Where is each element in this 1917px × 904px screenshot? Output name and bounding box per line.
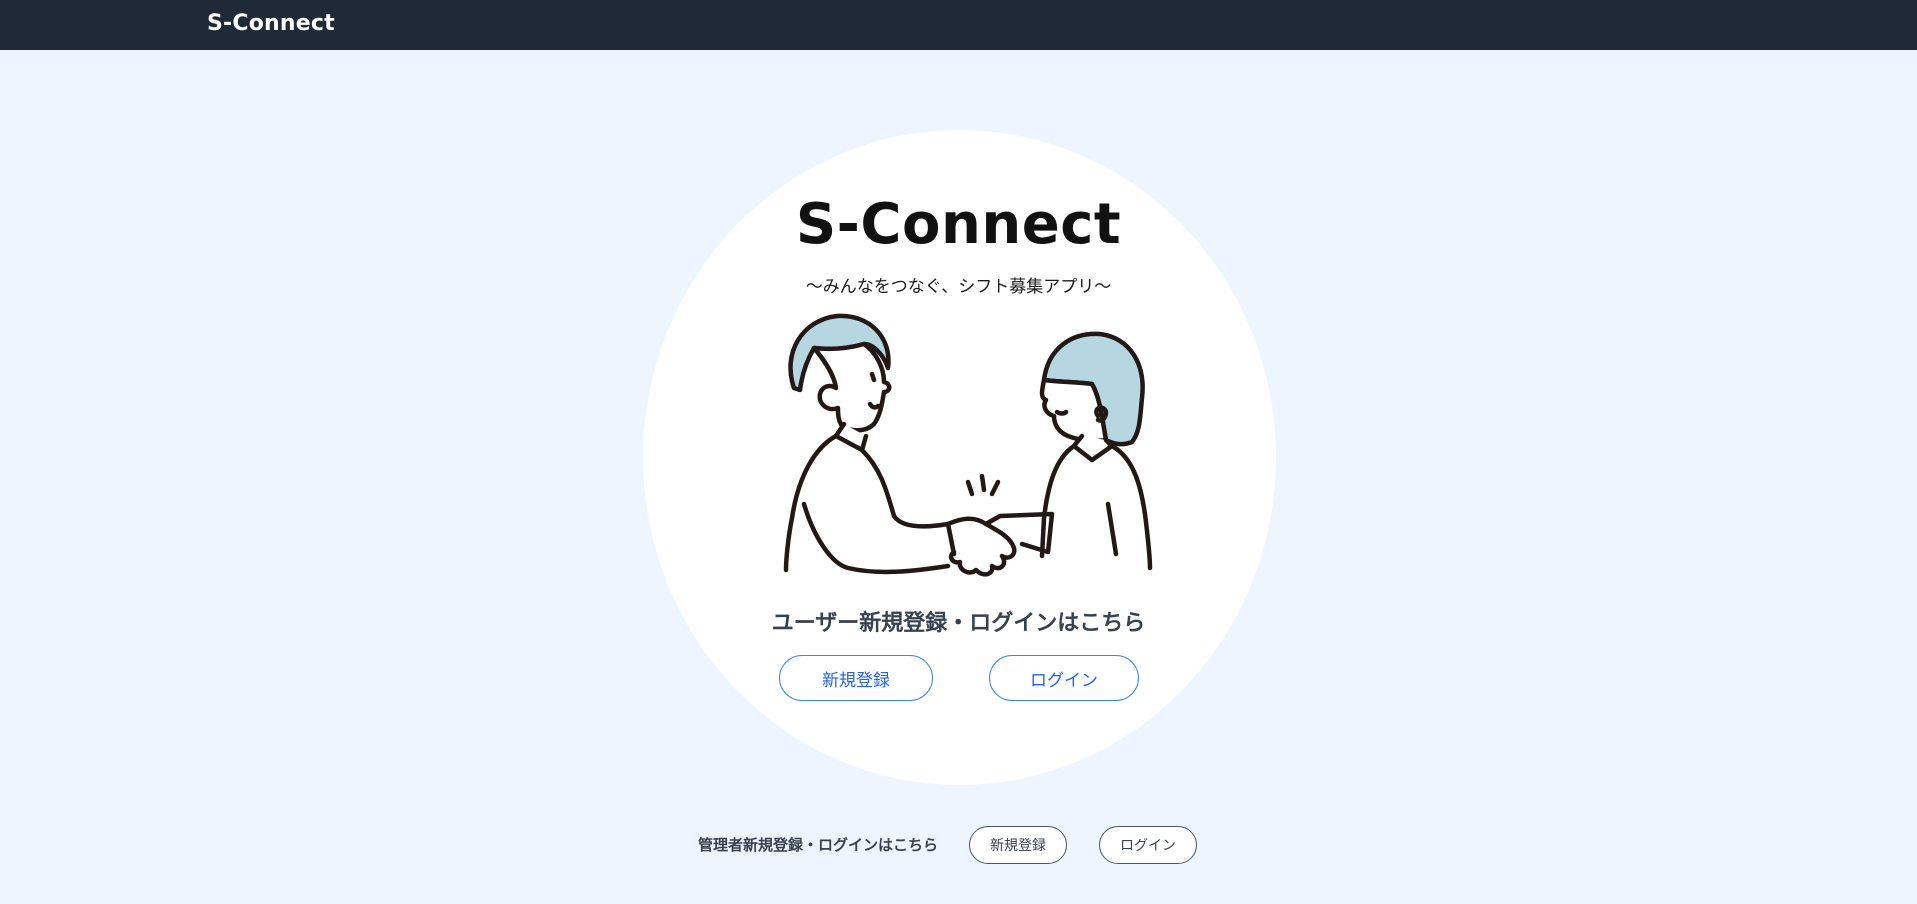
admin-login-button[interactable]: ログイン: [1099, 826, 1197, 864]
hero-subtitle: 〜みんなをつなぐ、シフト募集アプリ〜: [805, 277, 1112, 297]
hero-title: S-Connect: [795, 192, 1122, 257]
user-login-button[interactable]: ログイン: [989, 655, 1139, 701]
user-register-label: 新規登録: [822, 670, 890, 691]
top-navbar: S-Connect: [0, 0, 1917, 50]
admin-section-label: 管理者新規登録・ログインはこちら: [697, 836, 938, 854]
user-login-label: ログイン: [1030, 670, 1098, 691]
brand-logo-link[interactable]: S-Connect: [207, 11, 335, 36]
admin-login-label: ログイン: [1120, 838, 1176, 854]
admin-register-button[interactable]: 新規登録: [969, 826, 1067, 864]
left-person-body: [783, 433, 839, 573]
left-person-face: [811, 341, 892, 433]
handshake-illustration: [783, 313, 1153, 577]
user-register-button[interactable]: 新規登録: [779, 655, 933, 701]
user-section-heading: ユーザー新規登録・ログインはこちら: [771, 611, 1146, 636]
right-person-body: [1039, 443, 1077, 559]
handshake-hands: [945, 516, 1017, 577]
admin-register-label: 新規登録: [990, 838, 1046, 854]
